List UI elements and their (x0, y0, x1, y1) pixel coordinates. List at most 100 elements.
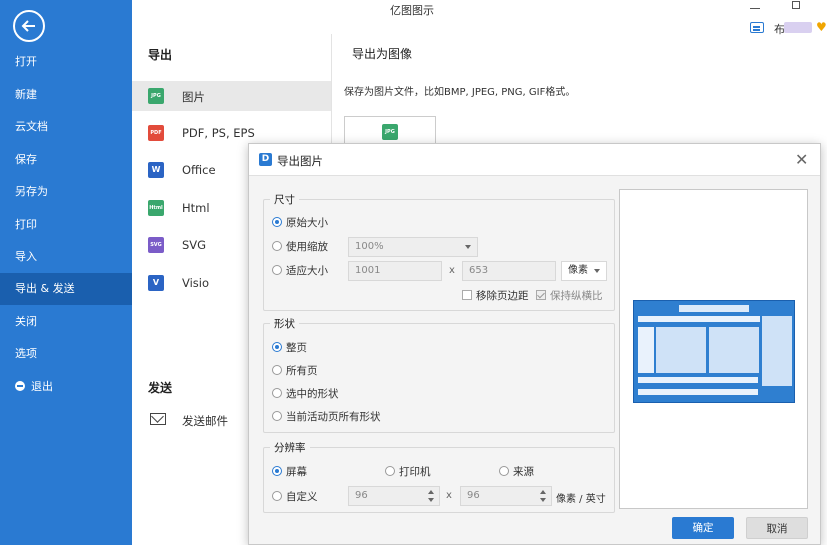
spin-up-icon[interactable] (540, 490, 546, 494)
word-file-icon: W (148, 162, 164, 178)
full-page-label: 整页 (286, 342, 307, 354)
diagram-thumbnail (633, 300, 795, 403)
html-file-icon: Html (148, 200, 164, 216)
ok-button[interactable]: 确定 (672, 517, 734, 539)
sidebar-item-exit[interactable]: 退出 (0, 371, 132, 403)
sidebar-item-save-as[interactable]: 另存为 (0, 176, 132, 208)
original-size-label: 原始大小 (286, 217, 328, 229)
remove-margin-label: 移除页边距 (476, 290, 529, 302)
sidebar-item-save[interactable]: 保存 (0, 144, 132, 176)
sidebar-item-export-send[interactable]: 导出 & 发送 (0, 273, 132, 305)
dpi-y-stepper[interactable]: 96 (460, 486, 552, 506)
keep-ratio-checkbox[interactable] (536, 290, 546, 300)
app-logo-icon: D (259, 153, 272, 166)
spin-down-icon[interactable] (540, 498, 546, 502)
export-item-image[interactable]: JPG 图片 (132, 81, 331, 111)
jpg-file-icon: JPG (382, 124, 398, 140)
width-input[interactable]: 1001 (348, 261, 442, 281)
sidebar-item-print[interactable]: 打印 (0, 209, 132, 241)
source-label: 来源 (513, 466, 534, 478)
sidebar-item-open[interactable]: 打开 (0, 46, 132, 78)
printer-label: 打印机 (399, 466, 431, 478)
all-pages-label: 所有页 (286, 365, 318, 377)
dialog-title: 导出图片 (277, 154, 323, 168)
sidebar-item-close[interactable]: 关闭 (0, 306, 132, 338)
pdf-file-icon: PDF (148, 125, 164, 141)
fit-size-radio[interactable] (272, 265, 282, 275)
custom-radio[interactable] (272, 491, 282, 501)
vip-icon[interactable]: ♥ (816, 21, 827, 33)
back-button[interactable] (13, 10, 45, 42)
resolution-group: 分辨率 屏幕 打印机 来源 自定义 96 x 96 像素 / 英寸 (263, 440, 615, 513)
size-legend: 尺寸 (270, 192, 299, 207)
cancel-button[interactable]: 取消 (746, 517, 808, 539)
active-page-shapes-radio[interactable] (272, 411, 282, 421)
send-mail-label: 发送邮件 (182, 414, 228, 428)
content-description: 保存为图片文件，比如BMP, JPEG, PNG, GIF格式。 (344, 87, 576, 98)
size-group: 尺寸 原始大小 使用缩放 100% 适应大小 1001 x 653 像素 移除页… (263, 192, 615, 311)
fit-size-label: 适应大小 (286, 265, 328, 277)
minimize-icon[interactable] (750, 1, 760, 9)
keep-ratio-label: 保持纵横比 (550, 290, 603, 302)
dialog-header: D 导出图片 ✕ (249, 144, 820, 176)
resolution-unit: 像素 / 英寸 (556, 494, 606, 505)
source-radio[interactable] (499, 466, 509, 476)
mail-icon (150, 413, 166, 425)
send-heading: 发送 (148, 381, 173, 395)
screen-radio[interactable] (272, 466, 282, 476)
sidebar-item-cloud[interactable]: 云文档 (0, 111, 132, 143)
export-item-label: 图片 (182, 90, 205, 104)
spin-up-icon[interactable] (428, 490, 434, 494)
chevron-down-icon (594, 269, 600, 273)
content-heading: 导出为图像 (352, 47, 413, 61)
svg-file-icon: SVG (148, 237, 164, 253)
export-item-label: SVG (182, 238, 207, 252)
printer-radio[interactable] (385, 466, 395, 476)
export-item-label: Html (182, 201, 210, 215)
selected-shapes-label: 选中的形状 (286, 388, 339, 400)
sidebar-item-import[interactable]: 导入 (0, 241, 132, 273)
export-item-label: Office (182, 163, 216, 177)
app-window: 打开 新建 云文档 保存 另存为 打印 导入 导出 & 发送 关闭 选项 退出 … (0, 0, 827, 545)
size-times: x (449, 265, 455, 276)
user-name-redacted (784, 22, 812, 33)
sidebar-item-options[interactable]: 选项 (0, 338, 132, 370)
selected-shapes-radio[interactable] (272, 388, 282, 398)
export-item-label: Visio (182, 276, 210, 290)
arrow-left-icon (21, 20, 35, 32)
window-title: 亿图图示 (390, 4, 434, 17)
visio-file-icon: V (148, 275, 164, 291)
export-image-dialog: D 导出图片 ✕ 尺寸 原始大小 使用缩放 100% 适应大小 1001 x 6… (248, 143, 821, 545)
dialog-close-icon[interactable]: ✕ (795, 150, 808, 169)
all-pages-radio[interactable] (272, 365, 282, 375)
export-heading: 导出 (148, 48, 173, 62)
original-size-radio[interactable] (272, 217, 282, 227)
chevron-down-icon (465, 245, 471, 249)
scale-select[interactable]: 100% (348, 237, 478, 257)
spin-down-icon[interactable] (428, 498, 434, 502)
dpi-x-value: 96 (355, 490, 368, 501)
remove-margin-checkbox[interactable] (462, 290, 472, 300)
screen-label: 屏幕 (286, 466, 307, 478)
resolution-legend: 分辨率 (270, 440, 310, 455)
size-unit-select[interactable]: 像素 (561, 261, 607, 281)
image-preview (619, 189, 808, 509)
jpg-file-icon: JPG (148, 88, 164, 104)
maximize-icon[interactable] (792, 1, 800, 9)
dpi-x-stepper[interactable]: 96 (348, 486, 440, 506)
dpi-y-value: 96 (467, 490, 480, 501)
size-unit-value: 像素 (568, 265, 588, 276)
scale-value: 100% (355, 241, 384, 252)
use-scale-radio[interactable] (272, 241, 282, 251)
full-page-radio[interactable] (272, 342, 282, 352)
custom-label: 自定义 (286, 491, 318, 503)
height-input[interactable]: 653 (462, 261, 556, 281)
sidebar-item-new[interactable]: 新建 (0, 79, 132, 111)
sidebar-item-exit-label: 退出 (31, 380, 53, 393)
exit-icon (15, 381, 25, 391)
shape-group: 形状 整页 所有页 选中的形状 当前活动页所有形状 (263, 316, 615, 433)
message-icon[interactable] (750, 22, 764, 33)
use-scale-label: 使用缩放 (286, 241, 328, 253)
active-page-shapes-label: 当前活动页所有形状 (286, 411, 381, 423)
shape-legend: 形状 (270, 316, 299, 331)
